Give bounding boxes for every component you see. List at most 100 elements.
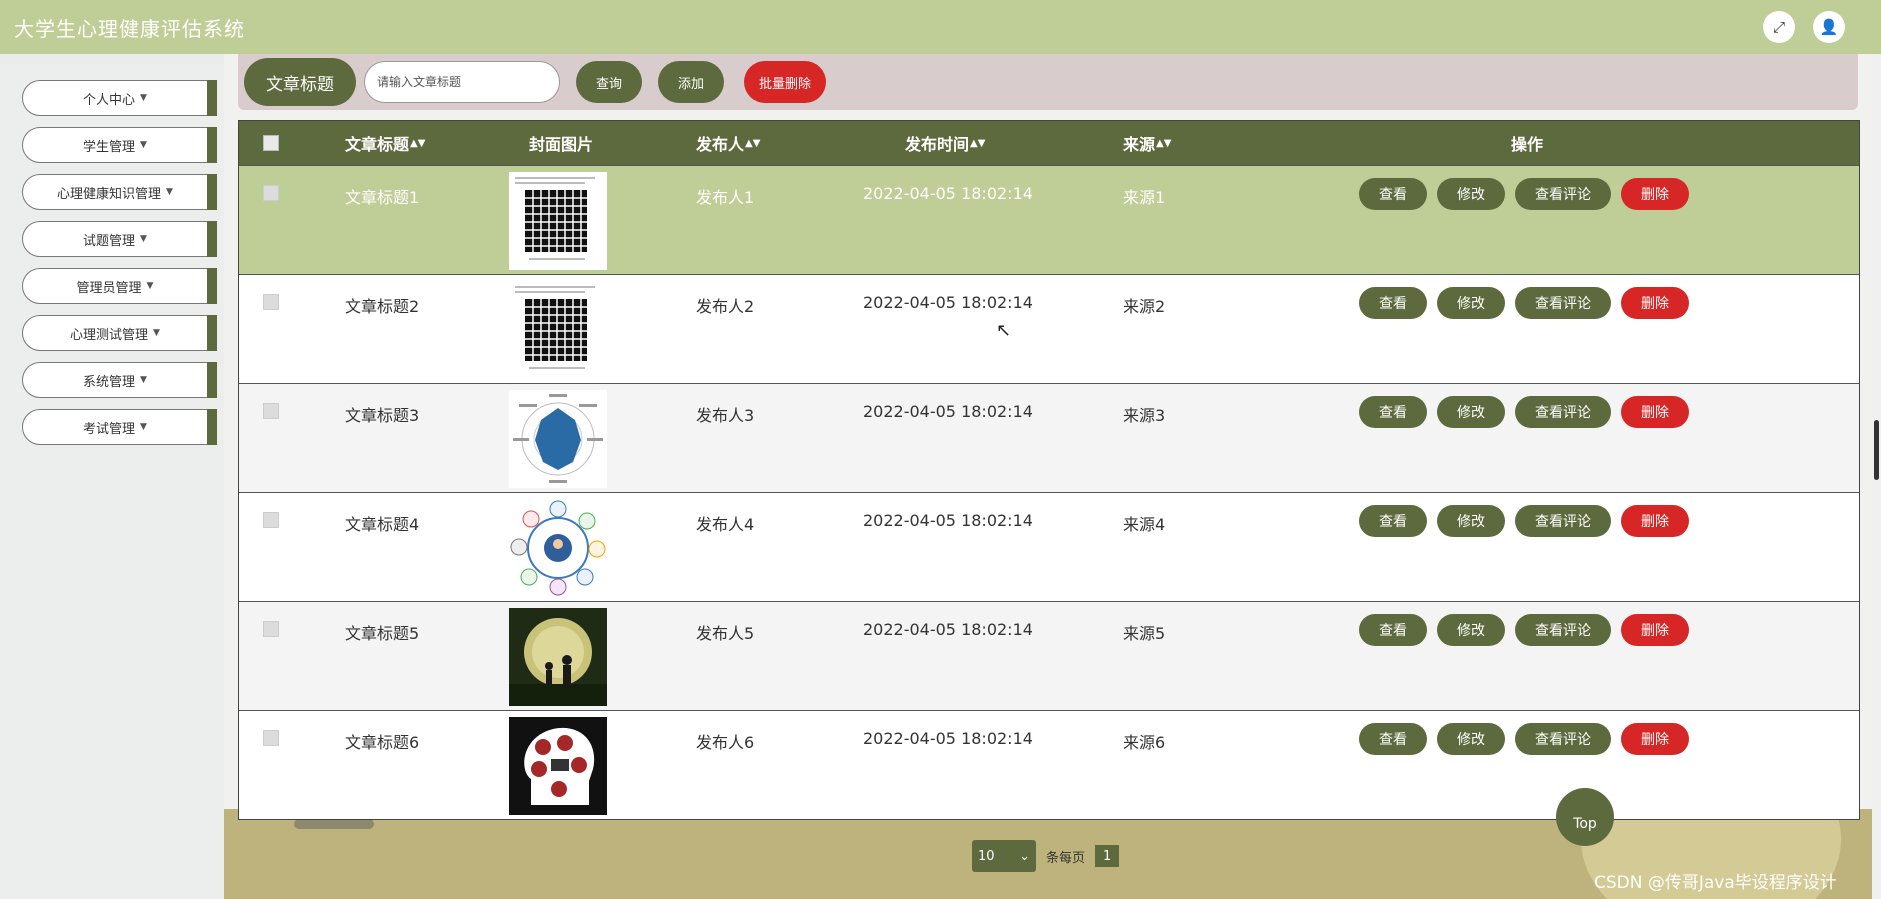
view-comments-button[interactable]: 查看评论	[1515, 287, 1611, 319]
sort-icon: ▲▼	[410, 137, 426, 149]
page-size-select[interactable]: 10 ⌄	[972, 840, 1036, 872]
table-header: 文章标题 ▲▼ 封面图片 发布人 ▲▼ 发布时间 ▲▼ 来源 ▲▼ 操作	[239, 121, 1859, 165]
sidebar-item-questions[interactable]: 试题管理 ▼	[22, 221, 217, 257]
view-comments-button[interactable]: 查看评论	[1515, 614, 1611, 646]
edit-button[interactable]: 修改	[1437, 178, 1505, 210]
row-checkbox[interactable]	[263, 621, 279, 637]
articles-table: 文章标题 ▲▼ 封面图片 发布人 ▲▼ 发布时间 ▲▼ 来源 ▲▼ 操作 文章标题1 发…	[238, 120, 1860, 820]
caret-down-icon: ▼	[140, 93, 147, 103]
page-number-current[interactable]: 1	[1095, 845, 1120, 867]
column-header-source[interactable]: 来源 ▲▼	[1123, 121, 1171, 165]
row-checkbox[interactable]	[263, 185, 279, 201]
cell-publisher: 发布人2	[696, 297, 755, 316]
sort-icon: ▲▼	[745, 137, 761, 149]
view-button[interactable]: 查看	[1359, 505, 1427, 537]
mouse-cursor-icon: ↖	[996, 320, 1012, 341]
view-comments-button[interactable]: 查看评论	[1515, 723, 1611, 755]
cell-time: 2022-04-05 18:02:14	[863, 620, 1033, 639]
scrollbar-thumb[interactable]	[1874, 420, 1879, 480]
back-to-top-button[interactable]: Top	[1556, 788, 1614, 846]
cell-time: 2022-04-05 18:02:14	[863, 729, 1033, 748]
table-row: 文章标题4 发布人4 2022-04-05 18:02:14 来源4 查看 修改…	[239, 492, 1859, 601]
column-header-time[interactable]: 发布时间 ▲▼	[905, 121, 985, 165]
sidebar: 个人中心 ▼ 学生管理 ▼ 心理健康知识管理 ▼ 试题管理 ▼ 管理员管理 ▼ 心理测试管…	[0, 64, 224, 899]
main-content: 文章标题 查询 添加 批量删除 文章标题▲▼ 封面图片 发布人▲▼ 发布时间▲▼…	[224, 54, 1881, 899]
column-header-publisher[interactable]: 发布人 ▲▼	[696, 121, 760, 165]
cell-title: 文章标题1	[345, 188, 420, 207]
delete-button[interactable]: 删除	[1621, 178, 1689, 210]
table-row: 文章标题1 发布人1 2022-04-05 18:02:14 来源1 查看 修改…	[239, 165, 1859, 274]
cell-publisher: 发布人6	[696, 733, 755, 752]
search-bar: 文章标题 查询 添加 批量删除	[238, 54, 1858, 110]
view-comments-button[interactable]: 查看评论	[1515, 178, 1611, 210]
cell-source: 来源4	[1123, 515, 1166, 534]
head-quiz-image	[509, 717, 607, 815]
caret-down-icon: ▼	[140, 375, 147, 385]
search-label: 文章标题	[244, 58, 356, 106]
caret-down-icon: ▼	[140, 422, 147, 432]
column-header-title[interactable]: 文章标题 ▲▼	[345, 121, 425, 165]
row-checkbox[interactable]	[263, 294, 279, 310]
view-button[interactable]: 查看	[1359, 287, 1427, 319]
edit-button[interactable]: 修改	[1437, 614, 1505, 646]
table-row: 文章标题5 发布人5 2022-04-05 18:02:14 来源5 查看 修改…	[239, 601, 1859, 710]
search-input[interactable]	[364, 61, 560, 103]
delete-button[interactable]: 删除	[1621, 505, 1689, 537]
row-checkbox[interactable]	[263, 403, 279, 419]
edit-button[interactable]: 修改	[1437, 505, 1505, 537]
query-button[interactable]: 查询	[576, 61, 643, 103]
delete-button[interactable]: 删除	[1621, 614, 1689, 646]
cell-publisher: 发布人4	[696, 515, 755, 534]
cell-source: 来源3	[1123, 406, 1166, 425]
sidebar-item-system[interactable]: 系统管理 ▼	[22, 362, 217, 398]
row-checkbox[interactable]	[263, 512, 279, 528]
radar-chart-image	[509, 390, 607, 488]
view-button[interactable]: 查看	[1359, 178, 1427, 210]
sidebar-item-knowledge[interactable]: 心理健康知识管理 ▼	[22, 174, 217, 210]
cell-time: 2022-04-05 18:02:14	[863, 511, 1033, 530]
batch-delete-button[interactable]: 批量删除	[744, 61, 827, 103]
caret-down-icon: ▼	[140, 140, 147, 150]
select-all-checkbox[interactable]	[263, 135, 279, 151]
view-button[interactable]: 查看	[1359, 396, 1427, 428]
edit-button[interactable]: 修改	[1437, 396, 1505, 428]
view-comments-button[interactable]: 查看评论	[1515, 505, 1611, 537]
caret-down-icon: ▼	[140, 234, 147, 244]
user-icon[interactable]: 👤	[1813, 11, 1845, 43]
sort-icon: ▲▼	[1156, 137, 1172, 149]
cell-title: 文章标题5	[345, 624, 420, 643]
add-button[interactable]: 添加	[658, 61, 725, 103]
sidebar-item-admins[interactable]: 管理员管理 ▼	[22, 268, 217, 304]
top-header: 大学生心理健康评估系统 ⤢ 👤	[0, 0, 1881, 54]
cell-title: 文章标题2	[345, 297, 420, 316]
network-diagram-image	[509, 499, 607, 597]
cell-source: 来源1	[1123, 188, 1166, 207]
sidebar-item-tests[interactable]: 心理测试管理 ▼	[22, 315, 217, 351]
delete-button[interactable]: 删除	[1621, 723, 1689, 755]
cell-time: 2022-04-05 18:02:14	[863, 402, 1033, 421]
moon-silhouette-image	[509, 608, 607, 706]
table-row: 文章标题3 发布人3 2022-04-05 18:02:14 来源3 查看 修改…	[239, 383, 1859, 492]
delete-button[interactable]: 删除	[1621, 396, 1689, 428]
edit-button[interactable]: 修改	[1437, 723, 1505, 755]
cell-source: 来源5	[1123, 624, 1166, 643]
row-checkbox[interactable]	[263, 730, 279, 746]
cell-time: 2022-04-05 18:02:14	[863, 184, 1033, 203]
cell-publisher: 发布人3	[696, 406, 755, 425]
caret-down-icon: ▼	[153, 328, 160, 338]
column-header-cover: 封面图片	[529, 135, 594, 154]
view-button[interactable]: 查看	[1359, 614, 1427, 646]
chevron-down-icon: ⌄	[1019, 848, 1030, 864]
caret-down-icon: ▼	[146, 281, 154, 291]
sidebar-item-exams[interactable]: 考试管理 ▼	[22, 409, 217, 445]
delete-button[interactable]: 删除	[1621, 287, 1689, 319]
column-header-actions: 操作	[1511, 135, 1544, 154]
view-comments-button[interactable]: 查看评论	[1515, 396, 1611, 428]
sidebar-item-students[interactable]: 学生管理 ▼	[22, 127, 217, 163]
caret-down-icon: ▼	[166, 187, 173, 197]
edit-button[interactable]: 修改	[1437, 287, 1505, 319]
fullscreen-icon[interactable]: ⤢	[1763, 11, 1795, 43]
sidebar-item-profile[interactable]: 个人中心 ▼	[22, 80, 217, 116]
view-button[interactable]: 查看	[1359, 723, 1427, 755]
pagination: 10 ⌄ 条每页 1	[972, 840, 1120, 872]
